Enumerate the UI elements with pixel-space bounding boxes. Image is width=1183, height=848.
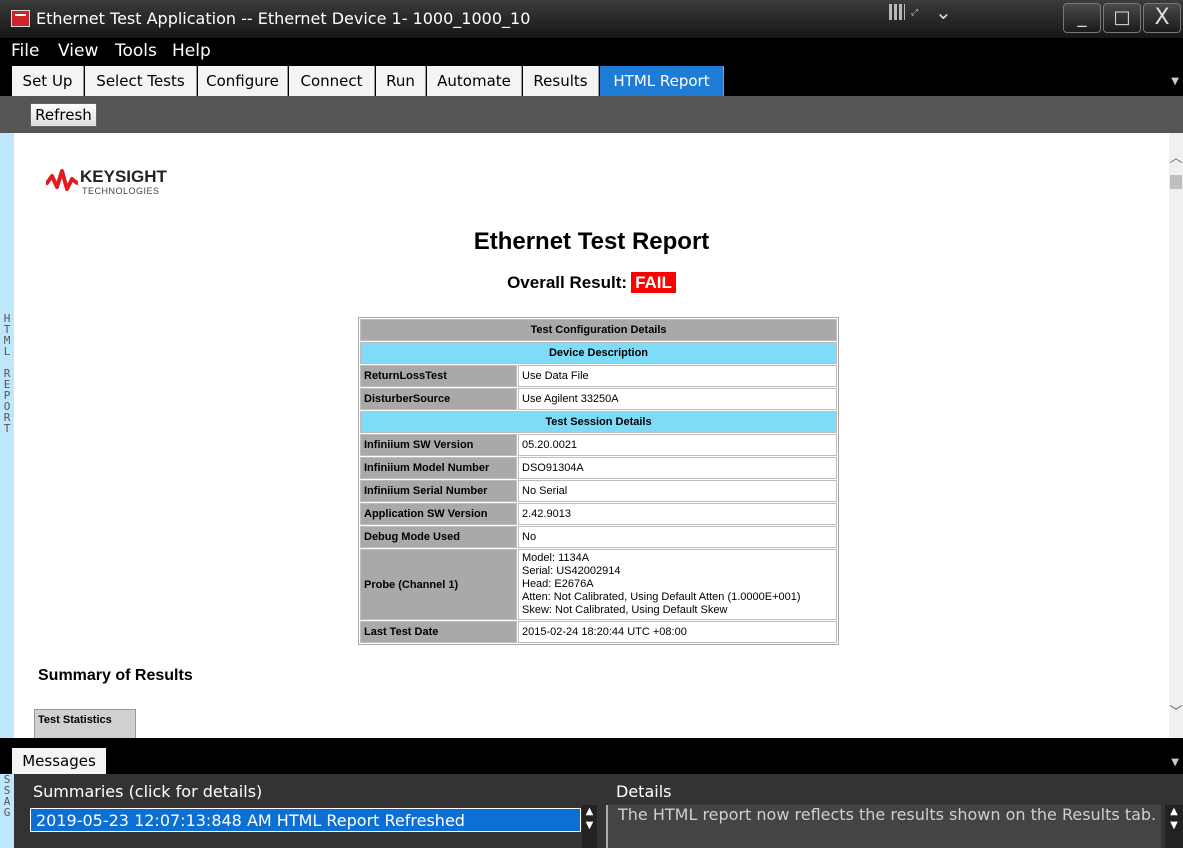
messages-tab-bar: Messages ▼ (0, 738, 1183, 774)
section-heading: Test Session Details (360, 411, 837, 433)
probe-line: Skew: Not Calibrated, Using Default Skew (522, 604, 728, 616)
chevron-down-icon[interactable]: ⌄ (935, 0, 952, 24)
overall-result-label: Overall Result: (507, 273, 628, 292)
summary-title: Summary of Results (38, 667, 193, 684)
row-label: ReturnLossTest (360, 365, 517, 387)
overall-result: Overall Result: FAIL (14, 272, 1169, 293)
row-value: No (518, 526, 837, 548)
row-label: DisturberSource (360, 388, 517, 410)
row-label: Probe (Channel 1) (360, 549, 517, 620)
row-label: Infiniium SW Version (360, 434, 517, 456)
table-row: Device Description (360, 342, 837, 364)
row-value: Use Agilent 33250A (518, 388, 837, 410)
table-row: Last Test Date 2015-02-24 18:20:44 UTC +0… (360, 621, 837, 643)
tab-run[interactable]: Run (376, 66, 426, 96)
tab-html-report[interactable]: HTML Report (600, 66, 724, 96)
table-row: Infiniium SW Version 05.20.0021 (360, 434, 837, 456)
test-statistics-table: Test Statistics (34, 709, 136, 738)
details-scrollbar[interactable]: ▲ ▼ (1165, 805, 1183, 848)
report-title: Ethernet Test Report (473, 228, 710, 255)
row-value: Model: 1134A Serial: US42002914 Head: E267… (518, 549, 837, 620)
row-value: Use Data File (518, 365, 837, 387)
keysight-logo: KEYSIGHT TECHNOLOGIES (46, 167, 167, 196)
tab-connect[interactable]: Connect (289, 66, 375, 96)
window-title: Ethernet Test Application -- Ethernet De… (36, 9, 531, 28)
tab-configure[interactable]: Configure (198, 66, 288, 96)
messages-overflow-icon[interactable]: ▼ (1171, 757, 1179, 768)
scroll-thumb[interactable] (1170, 175, 1182, 189)
details-text: The HTML report now reflects the results… (606, 805, 1161, 848)
messages-panel: SSAG Summaries (click for details) Detai… (0, 774, 1183, 848)
refresh-button[interactable]: Refresh (30, 103, 97, 127)
tab-messages[interactable]: Messages (12, 748, 106, 774)
menu-file[interactable]: File (11, 41, 39, 61)
overall-result-badge: FAIL (631, 272, 676, 293)
table-row: Debug Mode Used No (360, 526, 837, 548)
maximize-button[interactable]: □ (1103, 3, 1141, 33)
tab-select-tests[interactable]: Select Tests (85, 66, 197, 96)
menu-view[interactable]: View (58, 41, 98, 61)
messages-side-label: SSAG (0, 774, 14, 848)
table-row: Probe (Channel 1) Model: 1134A Serial: US4… (360, 549, 837, 620)
side-label-char: T (3, 422, 11, 435)
row-value: 2015-02-24 18:20:44 UTC +08:00 (518, 621, 837, 643)
tab-results[interactable]: Results (523, 66, 599, 96)
test-statistics-header: Test Statistics (38, 714, 112, 726)
html-report-view: KEYSIGHT TECHNOLOGIES Ethernet Test Repo… (14, 133, 1169, 738)
logo-name: KEYSIGHT (80, 167, 167, 186)
probe-line: Atten: Not Calibrated, Using Default Att… (522, 591, 801, 603)
report-scrollbar[interactable]: ︿ ﹀ (1169, 133, 1183, 738)
table-row: Application SW Version 2.42.9013 (360, 503, 837, 525)
tab-bar: Set Up Select Tests Configure Connect Ru… (0, 62, 1183, 96)
expand-icon[interactable]: ⤢ (911, 8, 927, 18)
menu-help[interactable]: Help (172, 41, 211, 61)
tab-overflow-icon[interactable]: ▼ (1171, 76, 1179, 87)
row-value: No Serial (518, 480, 837, 502)
report-toolbar: Refresh (0, 96, 1183, 133)
row-value: DSO91304A (518, 457, 837, 479)
row-label: Infiniium Serial Number (360, 480, 517, 502)
probe-line: Head: E2676A (522, 578, 594, 590)
table-row: Infiniium Model Number DSO91304A (360, 457, 837, 479)
section-heading: Device Description (360, 342, 837, 364)
table-heading: Test Configuration Details (360, 319, 837, 341)
probe-line: Serial: US42002914 (522, 565, 621, 577)
logo-subtitle: TECHNOLOGIES (82, 186, 160, 196)
details-header: Details (616, 782, 672, 801)
side-label-text: HTML REPORT (0, 313, 14, 434)
table-row: ReturnLossTest Use Data File (360, 365, 837, 387)
summaries-header: Summaries (click for details) (33, 782, 263, 801)
side-panel-label: HTML REPORT (0, 133, 14, 738)
tab-set-up[interactable]: Set Up (12, 66, 84, 96)
table-row: Test Session Details (360, 411, 837, 433)
summary-scrollbar[interactable]: ▲ ▼ (582, 805, 597, 848)
row-label: Last Test Date (360, 621, 517, 643)
minimize-button[interactable]: _ (1063, 3, 1101, 33)
scroll-up-icon[interactable]: ︿ (1169, 147, 1183, 166)
menu-tools[interactable]: Tools (115, 41, 157, 61)
keysight-wave-icon (46, 169, 78, 191)
tab-automate[interactable]: Automate (427, 66, 522, 96)
app-icon (11, 10, 30, 27)
summary-list-item[interactable]: 2019-05-23 12:07:13:848 AM HTML Report R… (30, 808, 581, 832)
row-label: Debug Mode Used (360, 526, 517, 548)
title-bar: Ethernet Test Application -- Ethernet De… (0, 0, 1183, 38)
table-row: DisturberSource Use Agilent 33250A (360, 388, 837, 410)
row-value: 05.20.0021 (518, 434, 837, 456)
probe-line: Model: 1134A (522, 552, 590, 564)
menu-bar: File View Tools Help (0, 38, 1183, 62)
close-button[interactable]: X (1143, 3, 1181, 33)
side-label-char: G (3, 806, 11, 819)
row-label: Application SW Version (360, 503, 517, 525)
row-value: 2.42.9013 (518, 503, 837, 525)
test-configuration-table: Test Configuration Details Device Descrip… (358, 317, 839, 645)
table-row: Test Configuration Details (360, 319, 837, 341)
table-row: Infiniium Serial Number No Serial (360, 480, 837, 502)
scroll-down-icon[interactable]: ﹀ (1169, 701, 1183, 720)
row-label: Infiniium Model Number (360, 457, 517, 479)
grid-icon[interactable] (889, 4, 905, 20)
